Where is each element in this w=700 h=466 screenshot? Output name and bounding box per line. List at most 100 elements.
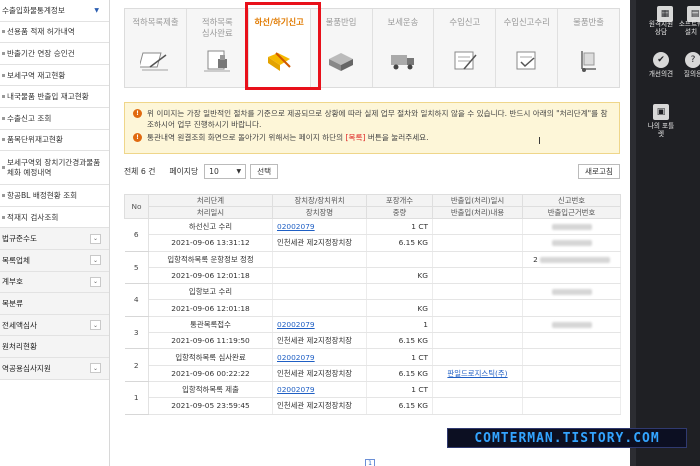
col-header-location: 장치장/장치위치 [272,194,367,207]
table-row[interactable]: 2 입항적하목록 심사완료 02002079 1 CT [124,348,621,382]
table-row[interactable]: 1 입항적하목록 제출 02002079 1 CT [124,381,621,415]
sidebar-group-classification[interactable]: 목분류 [0,293,109,315]
row-inout-time [432,283,523,301]
row-inout-content [432,234,523,252]
notice-line-2-suffix: 버튼을 눌러주세요. [365,133,429,142]
dolly-icon [580,51,596,72]
notice-line-2-prefix: 통관내역 원결조회 화면으로 돌아가기 위해서는 페이지 하단의 [147,133,346,142]
row-no: 5 [124,251,149,285]
chevron-down-icon[interactable]: ⌄ [90,363,101,374]
sidebar-item-domestic-stock[interactable]: 내국물품 반출입 재고현황 [0,86,109,108]
row-inout-content [432,332,523,350]
redacted-value [551,240,592,247]
quick-remote-support[interactable]: 원격지원 상담 [646,20,676,36]
chevron-down-icon[interactable]: ⌄ [90,320,101,331]
quick-software-install[interactable]: 소프트웨 설치 [676,20,700,36]
sidebar-item-cargo-stats[interactable]: 수출입화물통계정보 ▼ [0,0,109,22]
per-page-label: 페이지당 [169,166,199,176]
caret-down-icon: ▼ [94,7,99,14]
sidebar-item-overdue-goods[interactable]: 보세구역외 장치기간경과물품 체화 예정내역 [0,151,109,186]
step-goods-out[interactable]: 물품반출 [558,9,619,87]
notice-list-keyword: [목록] [345,133,366,142]
table-row[interactable]: 5 입항적하목록 운항정보 정정 2 [124,251,621,285]
row-decl-no [522,348,621,366]
notice-line-1: 위 이미지는 가장 일반적인 절차를 기준으로 제공되므로 상황에 따라 실제 … [147,109,608,129]
step-bonded-transport[interactable]: 보세운송 [373,9,435,87]
col-header-stage: 처리단계 [148,194,273,207]
processing-table: No 처리단계 장치장/장치위치 포장개수 반출입(처리)일시 신고번호 처리일… [124,194,621,415]
location-code-link[interactable]: 02002079 [277,353,315,362]
table-row-detail[interactable]: 2021-09-06 00:22:22 인천세관 제2지정장치장 6.15 KG 판일… [125,365,621,382]
sidebar-group-processing-status[interactable]: 원처리현황 [0,336,109,358]
row-loc-code[interactable]: 02002079 [272,348,367,366]
sidebar-item-ship-supplies[interactable]: 선용품 적재 허가내역 [0,22,109,44]
col-header-no: No [124,194,149,219]
step-goods-in[interactable]: 물품반입 [311,9,373,87]
row-proc-time: 2021-09-06 12:01:18 [148,299,273,317]
table-row-detail[interactable]: 2021-09-06 12:01:18 KG [125,299,621,317]
col-header-inout-content: 반출입(처리)내용 [432,206,523,219]
row-inout-content: 판일드로지스틱(주) [432,365,523,382]
quick-qna[interactable]: ? 질의응 [678,52,700,78]
row-weight: 6.15 KG [366,332,433,350]
row-pkg: 1 CT [366,218,433,236]
row-loc-name: 인천세관 제2지정장치장 [272,397,367,415]
text-cursor-icon: I [538,136,541,147]
refresh-button[interactable]: 새로고침 [578,163,620,179]
row-pkg: 1 CT [366,381,433,399]
row-stage: 입항적하목록 제출 [148,381,273,399]
row-pkg [366,283,433,301]
row-decl-no [522,283,621,301]
row-no: 6 [124,218,149,252]
sidebar-group-code[interactable]: 계부호 ⌄ [0,271,109,294]
step-import-declaration[interactable]: 수입신고 [434,9,497,87]
quick-feedback[interactable]: ✔ 개선의견 [646,52,676,78]
location-code-link[interactable]: 02002079 [277,385,315,394]
pagination-current-page[interactable]: 1 [365,459,375,466]
company-link[interactable]: 판일드로지스틱(주) [447,369,507,378]
row-inout-time [432,218,523,236]
step-manifest-submit[interactable]: 적하목록제출 [125,9,187,87]
row-loc-code[interactable]: 02002079 [272,218,367,236]
redacted-value [551,289,592,296]
chevron-down-icon[interactable]: ⌄ [90,255,101,266]
row-loc-code[interactable]: 02002079 [272,316,367,334]
table-row[interactable]: 6 하선신고 수리 02002079 1 CT [124,218,621,252]
quick-my-portlet[interactable]: ▣ 나의 포틀 렛 [646,104,676,138]
sidebar-item-loading-inspection[interactable]: 적재지 검사조회 [0,207,109,229]
row-proc-time: 2021-09-06 11:19:50 [148,332,273,350]
row-no: 3 [124,316,149,350]
table-row-detail[interactable]: 2021-09-06 11:19:50 인천세관 제2지정장치장 6.15 KG [125,332,621,350]
row-loc-code[interactable]: 02002079 [272,381,367,399]
chevron-down-icon[interactable]: ⌄ [90,276,101,287]
location-code-link[interactable]: 02002079 [277,320,315,329]
step-manifest-review[interactable]: 적하목록 심사완료 [187,9,249,87]
table-row[interactable]: 3 통관목록접수 02002079 1 [124,316,621,350]
table-row-detail[interactable]: 2021-09-06 12:01:18 KG [125,267,621,285]
table-row[interactable]: 4 입항보고 수리 [124,283,621,317]
sidebar-group-list-company[interactable]: 목록업체 ⌄ [0,249,109,272]
select-button[interactable]: 선택 [250,163,279,179]
sidebar-group-compliance[interactable]: 법규준수도 ⌄ [0,228,109,250]
table-row-detail[interactable]: 2021-09-05 23:59:45 인천세관 제2지정장치장 6.15 KG [125,397,621,415]
location-code-link[interactable]: 02002079 [277,222,315,231]
sidebar-item-export-declaration[interactable]: 수출신고 조회 [0,108,109,130]
table-row-detail[interactable]: 2021-09-06 13:31:12 인천세관 제2지정장치장 6.15 KG [125,234,621,252]
sidebar-item-bonded-stock[interactable]: 보세구역 재고현황 [0,65,109,87]
per-page-select[interactable]: 10 ▼ [204,163,247,179]
folder-pen-icon [268,52,291,71]
sidebar-item-air-bl[interactable]: 항공BL 배정현황 조회 [0,185,109,207]
row-decl-no [522,316,621,334]
row-proc-time: 2021-09-06 13:31:12 [148,234,273,252]
chevron-down-icon: ▼ [236,167,242,175]
redacted-value [551,224,592,231]
sidebar-item-period-extension[interactable]: 반출기간 연장 승인건 [0,43,109,65]
step-unloading-report[interactable]: 하선/하기신고 [248,9,311,87]
sidebar-item-item-stock[interactable]: 품목단위재고현황 [0,130,109,152]
sidebar-group-tax-review[interactable]: 전세액심사 ⌄ [0,314,109,337]
step-import-acceptance[interactable]: 수입신고수리 [496,9,559,87]
form-check-icon [516,51,536,70]
row-decl-no [522,218,621,236]
sidebar-group-review-support[interactable]: 역공용심사지원 ⌄ [0,357,109,380]
chevron-down-icon[interactable]: ⌄ [90,233,101,244]
